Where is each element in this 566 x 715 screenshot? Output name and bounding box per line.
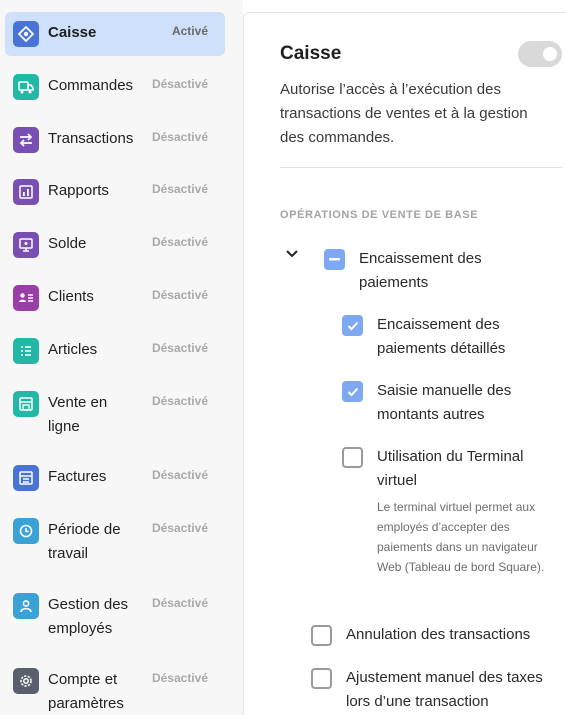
invoice-icon: [13, 465, 39, 491]
sidebar: Caisse Activé Commandes Désactivé Transa…: [0, 0, 243, 715]
permission-checkbox-saisie-manuelle[interactable]: [342, 381, 363, 402]
bar-chart-icon: [13, 179, 39, 205]
chevron-down-icon[interactable]: [285, 247, 299, 259]
status-badge: Activé: [171, 24, 208, 38]
status-badge: Désactivé: [151, 468, 208, 482]
permission-checkbox-terminal-virtuel[interactable]: [342, 447, 363, 468]
enable-toggle[interactable]: [518, 41, 562, 67]
status-badge: Désactivé: [151, 288, 208, 302]
permission-label: Encaissement des paiements détaillés: [377, 316, 506, 357]
helper-text: Le terminal virtuel permet aux employés …: [377, 500, 545, 574]
sidebar-item-label: Rapports: [48, 182, 109, 199]
sidebar-item-label: Gestion des employés: [48, 596, 129, 637]
sidebar-item-label: Caisse: [48, 24, 97, 41]
sidebar-item-clients[interactable]: Clients Désactivé: [5, 277, 225, 319]
divider: [280, 167, 562, 168]
page-title: Caisse: [280, 43, 342, 64]
gear-icon: [13, 668, 39, 694]
status-badge: Désactivé: [151, 521, 208, 535]
permission-label: Ajustement manuel des taxes lors d’une t…: [346, 669, 543, 710]
balance-icon: [13, 232, 39, 258]
sidebar-item-vente-en-ligne[interactable]: Vente en ligne Désactivé: [5, 383, 225, 443]
list-icon: [13, 338, 39, 364]
sidebar-item-label: Vente en ligne: [48, 394, 108, 435]
permission-checkbox-encaissement-detailles[interactable]: [342, 315, 363, 336]
storefront-icon: [13, 391, 39, 417]
permission-label: Encaissement des paiements: [359, 250, 482, 291]
truck-icon: [13, 74, 39, 100]
permission-checkbox-ajustement-taxes[interactable]: [311, 668, 332, 689]
sidebar-item-label: Commandes: [48, 77, 134, 94]
sidebar-item-label: Compte et paramètres: [48, 671, 124, 712]
status-badge: Désactivé: [151, 341, 208, 355]
sidebar-item-transactions[interactable]: Transactions Désactivé: [5, 119, 225, 161]
status-badge: Désactivé: [151, 235, 208, 249]
status-badge: Désactivé: [151, 77, 208, 91]
permission-label: Utilisation du Terminal virtuel: [377, 448, 524, 489]
status-badge: Désactivé: [151, 130, 208, 144]
status-badge: Désactivé: [151, 671, 208, 685]
status-badge: Désactivé: [151, 182, 208, 196]
clock-icon: [13, 518, 39, 544]
register-icon: [13, 21, 39, 47]
status-badge: Désactivé: [151, 394, 208, 408]
permission-label: Annulation des transactions: [346, 626, 531, 643]
sidebar-item-periode-de-travail[interactable]: Période de travail Désactivé: [5, 510, 225, 570]
sidebar-item-caisse[interactable]: Caisse Activé: [5, 12, 225, 56]
permission-panel: Caisse Autorise l’accès à l’exécution de…: [243, 12, 566, 715]
sidebar-item-label: Solde: [48, 235, 87, 252]
section-title: OPÉRATIONS DE VENTE DE BASE: [280, 209, 479, 221]
sidebar-item-label: Période de travail: [48, 521, 121, 562]
sidebar-item-commandes[interactable]: Commandes Désactivé: [5, 66, 225, 108]
sidebar-item-label: Articles: [48, 341, 98, 358]
panel-description: Autorise l’accès à l’exécution des trans…: [280, 81, 528, 146]
permission-checkbox-encaissement[interactable]: [324, 249, 345, 270]
sidebar-item-label: Clients: [48, 288, 94, 305]
sidebar-item-gestion-des-employes[interactable]: Gestion des employés Désactivé: [5, 585, 225, 645]
sidebar-item-compte-et-parametres[interactable]: Compte et paramètres Désactivé: [5, 660, 225, 715]
permission-checkbox-annulation[interactable]: [311, 625, 332, 646]
sidebar-item-label: Transactions: [48, 130, 134, 147]
person-icon: [13, 593, 39, 619]
sidebar-item-rapports[interactable]: Rapports Désactivé: [5, 172, 225, 214]
sidebar-item-solde[interactable]: Solde Désactivé: [5, 224, 225, 266]
sidebar-item-articles[interactable]: Articles Désactivé: [5, 330, 225, 372]
toggle-knob: [543, 47, 557, 61]
sidebar-item-label: Factures: [48, 468, 107, 485]
sidebar-item-factures[interactable]: Factures Désactivé: [5, 457, 225, 499]
arrows-swap-icon: [13, 127, 39, 153]
status-badge: Désactivé: [151, 596, 208, 610]
contact-card-icon: [13, 285, 39, 311]
permission-label: Saisie manuelle des montants autres: [377, 382, 512, 423]
